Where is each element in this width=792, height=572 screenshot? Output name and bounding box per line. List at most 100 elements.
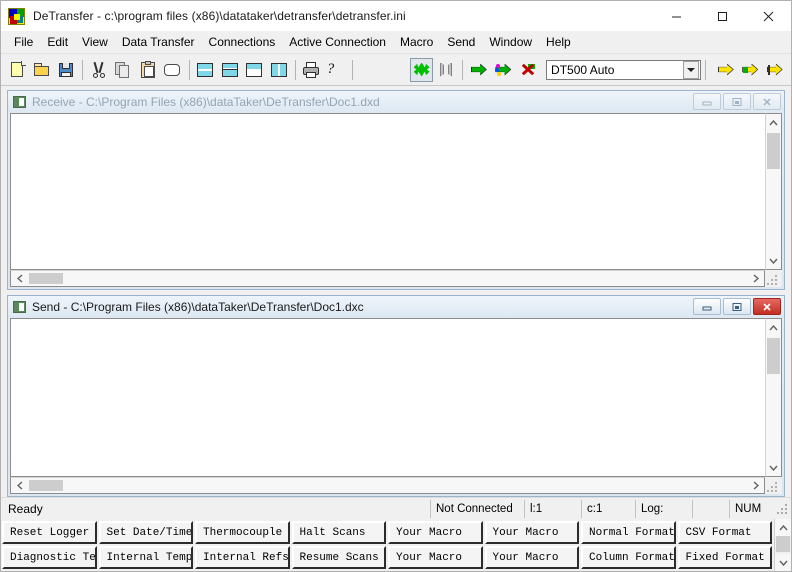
chevron-down-icon[interactable]	[682, 60, 699, 79]
send-horizontal-scrollbar[interactable]	[10, 477, 765, 494]
help-button[interactable]: ?	[324, 57, 348, 82]
send-window-controls	[693, 298, 781, 315]
receive-vscroll-track[interactable]	[766, 131, 781, 252]
menu-macro[interactable]: Macro	[393, 32, 440, 53]
send-maximize-icon[interactable]	[723, 298, 751, 315]
send-hscroll-track[interactable]	[28, 478, 747, 493]
send-data-button[interactable]	[492, 57, 515, 82]
menu-connections[interactable]: Connections	[202, 32, 283, 53]
clear-button[interactable]	[161, 57, 184, 82]
scroll-up-icon[interactable]	[766, 319, 781, 336]
tile-horizontal-button[interactable]	[193, 57, 217, 82]
send-file-button[interactable]	[467, 57, 491, 82]
macro-button-fixed-format[interactable]: Fixed Format	[677, 546, 772, 569]
receive-maximize-icon[interactable]	[723, 93, 751, 110]
macro-button-internal-temp[interactable]: Internal Temp	[98, 546, 193, 569]
menu-data-transfer[interactable]: Data Transfer	[115, 32, 202, 53]
receive-minimize-icon[interactable]	[693, 93, 721, 110]
macro-button-normal-format[interactable]: Normal Format	[581, 521, 676, 544]
receive-vscroll-thumb[interactable]	[767, 133, 780, 169]
status-log: Log:	[635, 499, 690, 518]
scroll-up-icon[interactable]	[766, 114, 781, 131]
macro-vscroll-track[interactable]	[775, 536, 791, 554]
scroll-down-icon[interactable]	[775, 554, 791, 571]
cut-button[interactable]	[87, 57, 111, 82]
tile-split-button[interactable]	[218, 57, 241, 82]
menu-bar: File Edit View Data Transfer Connections…	[1, 31, 791, 54]
paste-button[interactable]	[136, 57, 160, 82]
send-selection-button[interactable]	[739, 57, 762, 82]
tile-vertical-button[interactable]	[267, 57, 290, 82]
send-close-icon[interactable]	[753, 298, 781, 315]
macro-button-column-format[interactable]: Column Format	[581, 546, 676, 569]
receive-horizontal-scrollbar[interactable]	[10, 270, 765, 287]
menu-send[interactable]: Send	[440, 32, 482, 53]
macro-button-your-macro-3[interactable]: Your Macro	[388, 546, 483, 569]
receive-text-area[interactable]	[10, 113, 765, 270]
send-vertical-scrollbar[interactable]	[765, 318, 782, 477]
cancel-send-button[interactable]	[516, 57, 540, 82]
document-icon	[13, 301, 26, 313]
connection-select[interactable]: DT500 Auto	[546, 59, 701, 80]
receive-hscroll-track[interactable]	[28, 271, 747, 286]
receive-window-title-bar[interactable]: Receive - C:\Program Files (x86)\dataTak…	[8, 91, 784, 113]
receive-resize-grip[interactable]	[765, 270, 782, 287]
print-button[interactable]	[300, 57, 323, 82]
receive-window-controls	[693, 93, 781, 110]
document-icon	[13, 96, 26, 108]
receive-close-icon[interactable]	[753, 93, 781, 110]
menu-view[interactable]: View	[75, 32, 115, 53]
open-document-button[interactable]	[30, 57, 53, 82]
macro-button-thermocouple[interactable]: Thermocouple	[195, 521, 290, 544]
send-window-title: Send - C:\Program Files (x86)\dataTaker\…	[32, 300, 364, 314]
scroll-left-icon[interactable]	[11, 478, 28, 493]
macro-button-set-date-time[interactable]: Set Date/Time	[98, 521, 193, 544]
new-document-button[interactable]	[6, 57, 29, 82]
minimize-icon[interactable]	[653, 1, 699, 31]
tile-stack-button[interactable]	[242, 57, 266, 82]
toolbar-separator	[291, 59, 299, 81]
macro-button-diagnostic-test[interactable]: Diagnostic Test	[2, 546, 97, 569]
menu-edit[interactable]: Edit	[40, 32, 75, 53]
macro-button-reset-logger[interactable]: Reset Logger	[2, 521, 97, 544]
menu-active-connection[interactable]: Active Connection	[282, 32, 393, 53]
macro-button-your-macro-2[interactable]: Your Macro	[484, 521, 579, 544]
scroll-down-icon[interactable]	[766, 252, 781, 269]
send-text-area[interactable]	[10, 318, 765, 477]
scroll-right-icon[interactable]	[747, 271, 764, 286]
receive-window[interactable]: Receive - C:\Program Files (x86)\dataTak…	[7, 90, 785, 290]
menu-window[interactable]: Window	[482, 32, 539, 53]
scroll-up-icon[interactable]	[775, 519, 791, 536]
send-resize-grip[interactable]	[765, 477, 782, 494]
macro-button-resume-scans[interactable]: Resume Scans	[291, 546, 386, 569]
scroll-down-icon[interactable]	[766, 459, 781, 476]
scroll-left-icon[interactable]	[11, 271, 28, 286]
send-vscroll-thumb[interactable]	[767, 338, 780, 374]
send-minimize-icon[interactable]	[693, 298, 721, 315]
macro-vscroll-thumb[interactable]	[776, 536, 790, 552]
macro-button-your-macro-1[interactable]: Your Macro	[388, 521, 483, 544]
connect-button[interactable]	[410, 57, 433, 82]
receive-vertical-scrollbar[interactable]	[765, 113, 782, 270]
copy-button[interactable]	[112, 57, 135, 82]
macro-button-your-macro-4[interactable]: Your Macro	[484, 546, 579, 569]
macro-button-csv-format[interactable]: CSV Format	[677, 521, 772, 544]
window-resize-grip[interactable]	[774, 500, 790, 518]
save-document-button[interactable]	[54, 57, 78, 82]
macro-vertical-scrollbar[interactable]	[774, 519, 791, 571]
close-icon[interactable]	[745, 1, 791, 31]
menu-help[interactable]: Help	[539, 32, 578, 53]
macro-button-internal-refs[interactable]: Internal Refs	[195, 546, 290, 569]
send-window-title-bar[interactable]: Send - C:\Program Files (x86)\dataTaker\…	[8, 296, 784, 318]
scroll-right-icon[interactable]	[747, 478, 764, 493]
disconnect-button[interactable]	[434, 57, 458, 82]
menu-file[interactable]: File	[7, 32, 40, 53]
send-window[interactable]: Send - C:\Program Files (x86)\dataTaker\…	[7, 295, 785, 497]
send-all-button[interactable]	[714, 57, 737, 82]
macro-button-halt-scans[interactable]: Halt Scans	[291, 521, 386, 544]
send-hscroll-thumb[interactable]	[29, 480, 63, 491]
maximize-icon[interactable]	[699, 1, 745, 31]
send-vscroll-track[interactable]	[766, 336, 781, 459]
send-line-button[interactable]	[763, 57, 786, 82]
receive-hscroll-thumb[interactable]	[29, 273, 63, 284]
